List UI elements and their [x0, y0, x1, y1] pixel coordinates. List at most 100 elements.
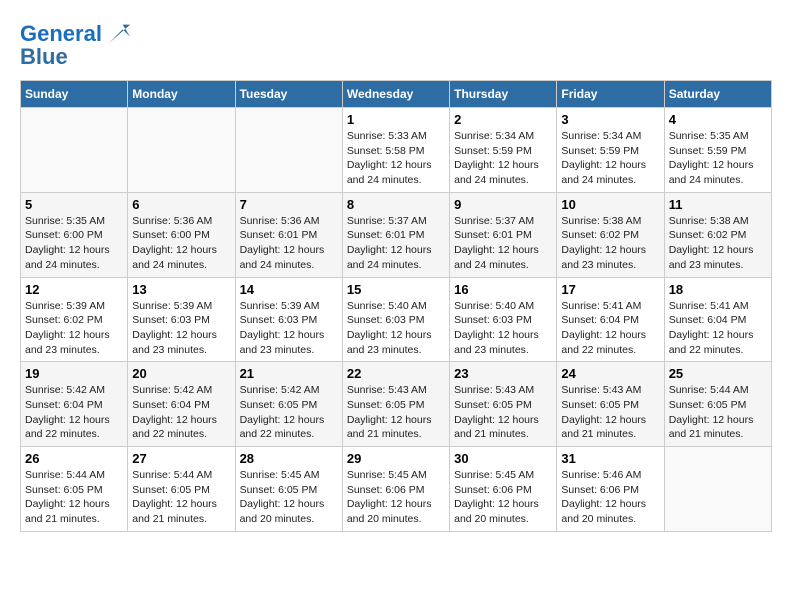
- day-number: 7: [240, 197, 338, 212]
- calendar-cell: 8 Sunrise: 5:37 AM Sunset: 6:01 PM Daylig…: [342, 192, 449, 277]
- day-info: Sunrise: 5:42 AM Sunset: 6:04 PM Dayligh…: [132, 383, 230, 442]
- day-info: Sunrise: 5:35 AM Sunset: 5:59 PM Dayligh…: [669, 129, 767, 188]
- calendar-cell: 5Sunrise: 5:35 AM Sunset: 6:00 PM Daylig…: [21, 192, 128, 277]
- day-info: Sunrise: 5:44 AM Sunset: 6:05 PM Dayligh…: [669, 383, 767, 442]
- day-number: 9: [454, 197, 552, 212]
- day-number: 8: [347, 197, 445, 212]
- logo: General Blue: [20, 20, 132, 70]
- day-number: 6: [132, 197, 230, 212]
- day-number: 30: [454, 451, 552, 466]
- weekday-header-wednesday: Wednesday: [342, 81, 449, 108]
- day-info: Sunrise: 5:40 AM Sunset: 6:03 PM Dayligh…: [347, 299, 445, 358]
- day-number: 17: [561, 282, 659, 297]
- calendar-cell: 9Sunrise: 5:37 AM Sunset: 6:01 PM Daylig…: [450, 192, 557, 277]
- day-number: 26: [25, 451, 123, 466]
- day-info: Sunrise: 5:46 AM Sunset: 6:06 PM Dayligh…: [561, 468, 659, 527]
- calendar-cell: [128, 108, 235, 193]
- day-info: Sunrise: 5:34 AM Sunset: 5:59 PM Dayligh…: [561, 129, 659, 188]
- day-number: 22: [347, 366, 445, 381]
- calendar-cell: [21, 108, 128, 193]
- logo-text: General: [20, 22, 102, 46]
- day-number: 27: [132, 451, 230, 466]
- day-info: Sunrise: 5:35 AM Sunset: 6:00 PM Dayligh…: [25, 214, 123, 273]
- weekday-header-thursday: Thursday: [450, 81, 557, 108]
- day-info: Sunrise: 5:39 AM Sunset: 6:03 PM Dayligh…: [132, 299, 230, 358]
- calendar-cell: 1 Sunrise: 5:33 AM Sunset: 5:58 PM Daylig…: [342, 108, 449, 193]
- day-number: 31: [561, 451, 659, 466]
- day-info: Sunrise: 5:38 AM Sunset: 6:02 PM Dayligh…: [669, 214, 767, 273]
- calendar-cell: 28 Sunrise: 5:45 AM Sunset: 6:05 PM Dayli…: [235, 447, 342, 532]
- calendar-cell: 6Sunrise: 5:36 AM Sunset: 6:00 PM Daylig…: [128, 192, 235, 277]
- day-number: 4: [669, 112, 767, 127]
- day-number: 25: [669, 366, 767, 381]
- calendar-cell: 2Sunrise: 5:34 AM Sunset: 5:59 PM Daylig…: [450, 108, 557, 193]
- logo-icon: [104, 20, 132, 48]
- weekday-header-sunday: Sunday: [21, 81, 128, 108]
- day-info: Sunrise: 5:39 AM Sunset: 6:03 PM Dayligh…: [240, 299, 338, 358]
- weekday-header-tuesday: Tuesday: [235, 81, 342, 108]
- day-number: 2: [454, 112, 552, 127]
- calendar-cell: 11 Sunrise: 5:38 AM Sunset: 6:02 PM Dayli…: [664, 192, 771, 277]
- weekday-header-friday: Friday: [557, 81, 664, 108]
- day-number: 15: [347, 282, 445, 297]
- day-info: Sunrise: 5:43 AM Sunset: 6:05 PM Dayligh…: [347, 383, 445, 442]
- calendar-cell: 7 Sunrise: 5:36 AM Sunset: 6:01 PM Daylig…: [235, 192, 342, 277]
- day-number: 28: [240, 451, 338, 466]
- calendar-cell: 27 Sunrise: 5:44 AM Sunset: 6:05 PM Dayli…: [128, 447, 235, 532]
- day-number: 18: [669, 282, 767, 297]
- calendar-cell: 22 Sunrise: 5:43 AM Sunset: 6:05 PM Dayli…: [342, 362, 449, 447]
- day-number: 14: [240, 282, 338, 297]
- calendar-table: SundayMondayTuesdayWednesdayThursdayFrid…: [20, 80, 772, 532]
- calendar-cell: 21 Sunrise: 5:42 AM Sunset: 6:05 PM Dayli…: [235, 362, 342, 447]
- weekday-header-saturday: Saturday: [664, 81, 771, 108]
- day-info: Sunrise: 5:45 AM Sunset: 6:06 PM Dayligh…: [454, 468, 552, 527]
- day-info: Sunrise: 5:42 AM Sunset: 6:05 PM Dayligh…: [240, 383, 338, 442]
- calendar-cell: 15 Sunrise: 5:40 AM Sunset: 6:03 PM Dayli…: [342, 277, 449, 362]
- day-number: 29: [347, 451, 445, 466]
- day-info: Sunrise: 5:33 AM Sunset: 5:58 PM Dayligh…: [347, 129, 445, 188]
- day-info: Sunrise: 5:37 AM Sunset: 6:01 PM Dayligh…: [347, 214, 445, 273]
- calendar-cell: 20 Sunrise: 5:42 AM Sunset: 6:04 PM Dayli…: [128, 362, 235, 447]
- calendar-cell: 13 Sunrise: 5:39 AM Sunset: 6:03 PM Dayli…: [128, 277, 235, 362]
- calendar-cell: 19 Sunrise: 5:42 AM Sunset: 6:04 PM Dayli…: [21, 362, 128, 447]
- day-info: Sunrise: 5:42 AM Sunset: 6:04 PM Dayligh…: [25, 383, 123, 442]
- calendar-cell: 12 Sunrise: 5:39 AM Sunset: 6:02 PM Dayli…: [21, 277, 128, 362]
- day-number: 11: [669, 197, 767, 212]
- day-number: 1: [347, 112, 445, 127]
- calendar-cell: 29 Sunrise: 5:45 AM Sunset: 6:06 PM Dayli…: [342, 447, 449, 532]
- day-number: 19: [25, 366, 123, 381]
- day-number: 13: [132, 282, 230, 297]
- day-info: Sunrise: 5:41 AM Sunset: 6:04 PM Dayligh…: [669, 299, 767, 358]
- calendar-cell: 23Sunrise: 5:43 AM Sunset: 6:05 PM Dayli…: [450, 362, 557, 447]
- day-number: 16: [454, 282, 552, 297]
- day-info: Sunrise: 5:41 AM Sunset: 6:04 PM Dayligh…: [561, 299, 659, 358]
- calendar-cell: 10 Sunrise: 5:38 AM Sunset: 6:02 PM Dayli…: [557, 192, 664, 277]
- day-number: 23: [454, 366, 552, 381]
- calendar-cell: 16 Sunrise: 5:40 AM Sunset: 6:03 PM Dayli…: [450, 277, 557, 362]
- calendar-cell: 24 Sunrise: 5:43 AM Sunset: 6:05 PM Dayli…: [557, 362, 664, 447]
- calendar-cell: 25 Sunrise: 5:44 AM Sunset: 6:05 PM Dayli…: [664, 362, 771, 447]
- calendar-cell: 4 Sunrise: 5:35 AM Sunset: 5:59 PM Daylig…: [664, 108, 771, 193]
- day-number: 21: [240, 366, 338, 381]
- day-number: 20: [132, 366, 230, 381]
- page-header: General Blue: [20, 20, 772, 70]
- calendar-cell: 17 Sunrise: 5:41 AM Sunset: 6:04 PM Dayli…: [557, 277, 664, 362]
- calendar-cell: 31 Sunrise: 5:46 AM Sunset: 6:06 PM Dayli…: [557, 447, 664, 532]
- day-number: 12: [25, 282, 123, 297]
- calendar-cell: 14 Sunrise: 5:39 AM Sunset: 6:03 PM Dayli…: [235, 277, 342, 362]
- day-info: Sunrise: 5:45 AM Sunset: 6:06 PM Dayligh…: [347, 468, 445, 527]
- day-info: Sunrise: 5:38 AM Sunset: 6:02 PM Dayligh…: [561, 214, 659, 273]
- day-info: Sunrise: 5:36 AM Sunset: 6:01 PM Dayligh…: [240, 214, 338, 273]
- calendar-cell: [664, 447, 771, 532]
- day-number: 10: [561, 197, 659, 212]
- day-info: Sunrise: 5:39 AM Sunset: 6:02 PM Dayligh…: [25, 299, 123, 358]
- calendar-cell: [235, 108, 342, 193]
- calendar-cell: 18 Sunrise: 5:41 AM Sunset: 6:04 PM Dayli…: [664, 277, 771, 362]
- day-number: 3: [561, 112, 659, 127]
- day-info: Sunrise: 5:40 AM Sunset: 6:03 PM Dayligh…: [454, 299, 552, 358]
- day-info: Sunrise: 5:44 AM Sunset: 6:05 PM Dayligh…: [132, 468, 230, 527]
- day-info: Sunrise: 5:43 AM Sunset: 6:05 PM Dayligh…: [561, 383, 659, 442]
- day-info: Sunrise: 5:45 AM Sunset: 6:05 PM Dayligh…: [240, 468, 338, 527]
- calendar-cell: 3 Sunrise: 5:34 AM Sunset: 5:59 PM Daylig…: [557, 108, 664, 193]
- day-number: 24: [561, 366, 659, 381]
